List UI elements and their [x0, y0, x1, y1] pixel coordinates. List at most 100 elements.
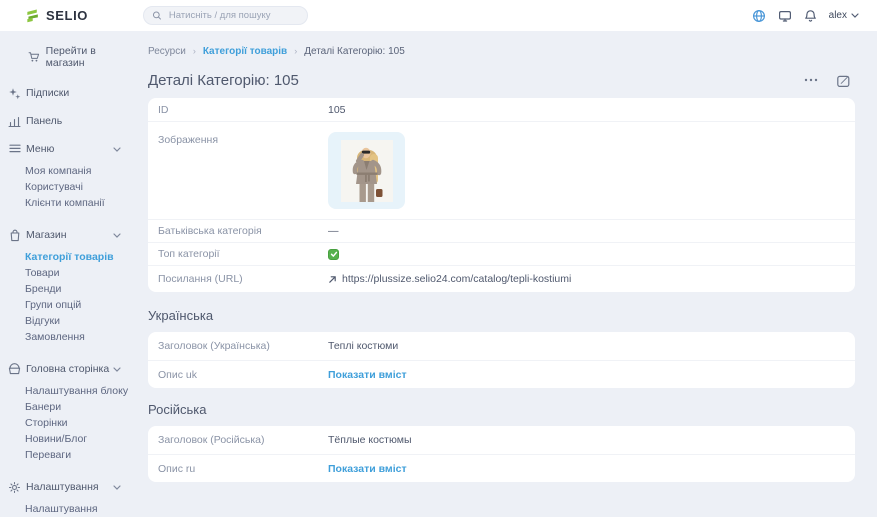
field-label: Заголовок (Українська) — [158, 340, 328, 352]
shopping-bag-icon — [9, 229, 21, 242]
display-icon[interactable] — [778, 9, 792, 23]
ellipsis-icon — [804, 78, 818, 82]
globe-icon[interactable] — [752, 9, 766, 23]
sidebar-subitem[interactable]: Замовлення — [0, 329, 135, 345]
field-label: ID — [158, 104, 328, 116]
sidebar-subitem[interactable]: Товари — [0, 265, 135, 281]
sidebar-subitem[interactable]: Налаштування — [0, 501, 135, 517]
edit-button[interactable] — [836, 73, 851, 88]
logo-text: SELIO — [46, 8, 88, 23]
more-actions-button[interactable] — [804, 78, 818, 82]
sidebar-group-store[interactable]: Магазин — [0, 221, 135, 249]
row-top-category: Топ категорії — [148, 242, 855, 265]
sidebar-subitem[interactable]: Моя компанія — [0, 163, 135, 179]
breadcrumb-separator: › — [294, 46, 297, 56]
bell-icon[interactable] — [804, 9, 817, 23]
row-title-ru: Заголовок (Російська) Тёплые костюмы — [148, 426, 855, 454]
ukrainian-card: Заголовок (Українська) Теплі костюми Опи… — [148, 332, 855, 388]
breadcrumb-item-current: Деталі Категорію: 105 — [304, 46, 405, 57]
sidebar-subitem[interactable]: Новини/Блог — [0, 431, 135, 447]
sidebar: Перейти в магазин Підписки Панель Меню М… — [0, 31, 135, 480]
sidebar-subitem[interactable]: Бренди — [0, 281, 135, 297]
field-label: Опис uk — [158, 369, 328, 381]
row-description-uk: Опис uk Показати вміст — [148, 360, 855, 388]
sidebar-subitem-product-categories[interactable]: Категорії товарів — [0, 249, 135, 265]
chevron-down-icon — [113, 147, 121, 152]
field-label: Батьківська категорія — [158, 225, 328, 237]
chevron-down-icon — [851, 13, 859, 18]
sidebar-subitem[interactable]: Налаштування блоку — [0, 383, 135, 399]
field-label: Посилання (URL) — [158, 273, 328, 285]
russian-card: Заголовок (Російська) Тёплые костюмы Опи… — [148, 426, 855, 482]
row-parent-category: Батьківська категорія — — [148, 219, 855, 242]
sidebar-item-label: Панель — [26, 115, 62, 127]
bar-chart-icon — [8, 115, 21, 128]
sidebar-item-label: Меню — [26, 143, 54, 155]
sidebar-subitem[interactable]: Відгуки — [0, 313, 135, 329]
global-search[interactable] — [143, 6, 308, 25]
chevron-down-icon — [113, 485, 121, 490]
menu-icon — [9, 144, 21, 154]
field-value: — — [328, 225, 339, 237]
sidebar-group-settings[interactable]: Налаштування — [0, 473, 135, 501]
breadcrumb: Ресурси › Категорії товарів › Деталі Кат… — [148, 45, 855, 57]
user-name: alex — [829, 10, 847, 21]
product-photo — [341, 140, 393, 202]
gear-icon — [8, 481, 21, 494]
basket-icon — [8, 363, 21, 375]
sidebar-subitem[interactable]: Банери — [0, 399, 135, 415]
show-content-link-uk[interactable]: Показати вміст — [328, 369, 407, 381]
sidebar-item-label: Магазин — [26, 229, 67, 241]
sidebar-item-subscriptions[interactable]: Підписки — [0, 79, 135, 107]
app-logo[interactable]: SELIO — [25, 8, 143, 23]
sidebar-submenu-store: Категорії товарів Товари Бренди Групи оп… — [0, 249, 135, 345]
url-text: https://plussize.selio24.com/catalog/tep… — [342, 273, 571, 285]
row-url: Посилання (URL) https://plussize.selio24… — [148, 265, 855, 292]
selio-logo-icon — [25, 8, 40, 23]
row-id: ID 105 — [148, 98, 855, 121]
sidebar-subitem[interactable]: Переваги — [0, 447, 135, 463]
sidebar-item-label: Перейти в магазин — [46, 45, 135, 69]
sidebar-submenu-homepage: Налаштування блоку Банери Сторінки Новин… — [0, 383, 135, 463]
category-url-link[interactable]: https://plussize.selio24.com/catalog/tep… — [328, 273, 571, 285]
section-title-ukrainian: Українська — [148, 308, 855, 324]
chevron-down-icon — [113, 233, 121, 238]
checked-checkbox-icon — [328, 249, 339, 260]
category-image-thumbnail — [328, 132, 405, 209]
sidebar-item-label: Підписки — [26, 87, 69, 99]
breadcrumb-item-categories[interactable]: Категорії товарів — [203, 46, 287, 57]
cart-icon — [28, 51, 40, 63]
sidebar-item-label: Головна сторінка — [26, 363, 109, 375]
sidebar-subitem[interactable]: Групи опцій — [0, 297, 135, 313]
breadcrumb-item[interactable]: Ресурси — [148, 46, 186, 57]
field-value: Теплі костюми — [328, 340, 398, 352]
sidebar-subitem[interactable]: Користувачі — [0, 179, 135, 195]
search-input[interactable] — [167, 9, 299, 22]
show-content-link-ru[interactable]: Показати вміст — [328, 463, 407, 475]
sidebar-subitem[interactable]: Сторінки — [0, 415, 135, 431]
user-menu[interactable]: alex — [829, 10, 859, 21]
sidebar-item-dashboard[interactable]: Панель — [0, 107, 135, 135]
sidebar-item-go-to-store[interactable]: Перейти в магазин — [0, 47, 135, 67]
chevron-down-icon — [113, 367, 121, 372]
sparkles-icon — [8, 87, 21, 100]
row-image: Зображення — [148, 121, 855, 219]
sidebar-item-label: Налаштування — [26, 481, 99, 493]
sidebar-subitem[interactable]: Клієнти компанії — [0, 195, 135, 211]
top-header: SELIO alex — [0, 0, 877, 31]
main-content: Ресурси › Категорії товарів › Деталі Кат… — [135, 31, 877, 480]
sidebar-submenu-settings: Налаштування — [0, 501, 135, 517]
section-title-russian: Російська — [148, 402, 855, 418]
field-label: Зображення — [158, 134, 328, 146]
details-card: ID 105 Зображення — [148, 98, 855, 292]
field-label: Топ категорії — [158, 248, 328, 260]
sidebar-group-homepage[interactable]: Головна сторінка — [0, 355, 135, 383]
sidebar-group-menu[interactable]: Меню — [0, 135, 135, 163]
external-link-icon — [328, 275, 337, 284]
field-label: Опис ru — [158, 463, 328, 475]
search-icon — [152, 10, 162, 21]
edit-icon — [836, 73, 851, 88]
field-value: Тёплые костюмы — [328, 434, 412, 446]
breadcrumb-separator: › — [193, 46, 196, 56]
field-value: 105 — [328, 104, 346, 116]
